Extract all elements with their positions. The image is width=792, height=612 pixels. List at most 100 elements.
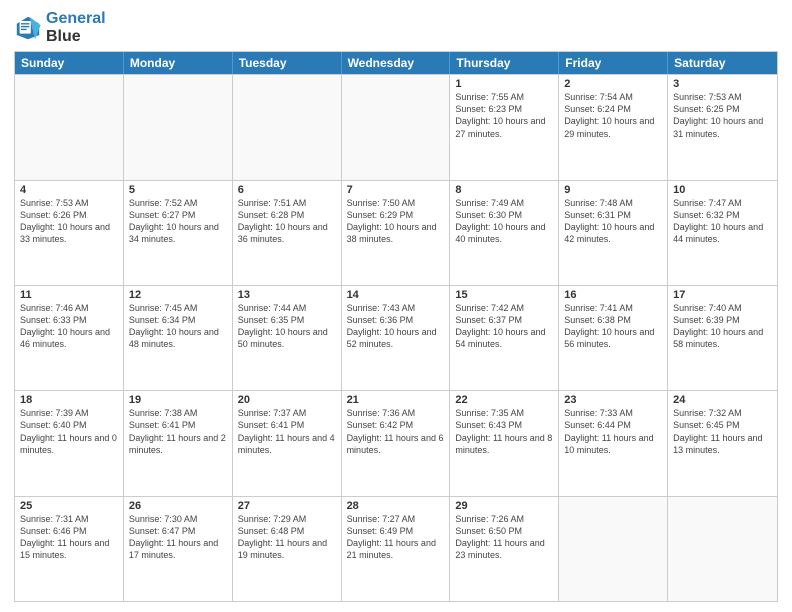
day-cell: 29Sunrise: 7:26 AM Sunset: 6:50 PM Dayli… (450, 497, 559, 601)
day-number: 20 (238, 394, 336, 406)
calendar-body: 1Sunrise: 7:55 AM Sunset: 6:23 PM Daylig… (15, 74, 777, 601)
day-info: Sunrise: 7:47 AM Sunset: 6:32 PM Dayligh… (673, 197, 772, 246)
day-info: Sunrise: 7:44 AM Sunset: 6:35 PM Dayligh… (238, 302, 336, 351)
day-number: 26 (129, 500, 227, 512)
weekday-header: Friday (559, 52, 668, 74)
day-cell: 14Sunrise: 7:43 AM Sunset: 6:36 PM Dayli… (342, 286, 451, 390)
day-number: 25 (20, 500, 118, 512)
day-info: Sunrise: 7:31 AM Sunset: 6:46 PM Dayligh… (20, 513, 118, 562)
day-info: Sunrise: 7:50 AM Sunset: 6:29 PM Dayligh… (347, 197, 445, 246)
day-cell: 2Sunrise: 7:54 AM Sunset: 6:24 PM Daylig… (559, 75, 668, 179)
day-info: Sunrise: 7:40 AM Sunset: 6:39 PM Dayligh… (673, 302, 772, 351)
day-cell: 9Sunrise: 7:48 AM Sunset: 6:31 PM Daylig… (559, 181, 668, 285)
day-cell: 17Sunrise: 7:40 AM Sunset: 6:39 PM Dayli… (668, 286, 777, 390)
day-number: 19 (129, 394, 227, 406)
day-number: 13 (238, 289, 336, 301)
day-cell: 5Sunrise: 7:52 AM Sunset: 6:27 PM Daylig… (124, 181, 233, 285)
day-cell: 8Sunrise: 7:49 AM Sunset: 6:30 PM Daylig… (450, 181, 559, 285)
logo-text: General Blue (46, 10, 106, 45)
empty-day-cell (233, 75, 342, 179)
empty-day-cell (124, 75, 233, 179)
day-info: Sunrise: 7:37 AM Sunset: 6:41 PM Dayligh… (238, 407, 336, 456)
day-number: 29 (455, 500, 553, 512)
day-cell: 23Sunrise: 7:33 AM Sunset: 6:44 PM Dayli… (559, 391, 668, 495)
day-info: Sunrise: 7:55 AM Sunset: 6:23 PM Dayligh… (455, 91, 553, 140)
day-info: Sunrise: 7:53 AM Sunset: 6:25 PM Dayligh… (673, 91, 772, 140)
day-info: Sunrise: 7:29 AM Sunset: 6:48 PM Dayligh… (238, 513, 336, 562)
calendar-row: 25Sunrise: 7:31 AM Sunset: 6:46 PM Dayli… (15, 496, 777, 601)
calendar-row: 1Sunrise: 7:55 AM Sunset: 6:23 PM Daylig… (15, 74, 777, 179)
day-cell: 22Sunrise: 7:35 AM Sunset: 6:43 PM Dayli… (450, 391, 559, 495)
weekday-header: Saturday (668, 52, 777, 74)
day-number: 3 (673, 78, 772, 90)
day-info: Sunrise: 7:54 AM Sunset: 6:24 PM Dayligh… (564, 91, 662, 140)
day-number: 14 (347, 289, 445, 301)
weekday-header: Tuesday (233, 52, 342, 74)
day-info: Sunrise: 7:39 AM Sunset: 6:40 PM Dayligh… (20, 407, 118, 456)
day-number: 11 (20, 289, 118, 301)
day-cell: 4Sunrise: 7:53 AM Sunset: 6:26 PM Daylig… (15, 181, 124, 285)
day-info: Sunrise: 7:43 AM Sunset: 6:36 PM Dayligh… (347, 302, 445, 351)
day-cell: 1Sunrise: 7:55 AM Sunset: 6:23 PM Daylig… (450, 75, 559, 179)
day-info: Sunrise: 7:35 AM Sunset: 6:43 PM Dayligh… (455, 407, 553, 456)
day-cell: 21Sunrise: 7:36 AM Sunset: 6:42 PM Dayli… (342, 391, 451, 495)
day-cell: 3Sunrise: 7:53 AM Sunset: 6:25 PM Daylig… (668, 75, 777, 179)
day-number: 24 (673, 394, 772, 406)
day-info: Sunrise: 7:27 AM Sunset: 6:49 PM Dayligh… (347, 513, 445, 562)
day-info: Sunrise: 7:26 AM Sunset: 6:50 PM Dayligh… (455, 513, 553, 562)
calendar-header: SundayMondayTuesdayWednesdayThursdayFrid… (15, 52, 777, 74)
day-number: 12 (129, 289, 227, 301)
day-number: 10 (673, 184, 772, 196)
day-cell: 28Sunrise: 7:27 AM Sunset: 6:49 PM Dayli… (342, 497, 451, 601)
day-cell: 25Sunrise: 7:31 AM Sunset: 6:46 PM Dayli… (15, 497, 124, 601)
day-number: 9 (564, 184, 662, 196)
day-info: Sunrise: 7:33 AM Sunset: 6:44 PM Dayligh… (564, 407, 662, 456)
calendar: SundayMondayTuesdayWednesdayThursdayFrid… (14, 51, 778, 602)
day-info: Sunrise: 7:38 AM Sunset: 6:41 PM Dayligh… (129, 407, 227, 456)
logo-icon (14, 14, 42, 42)
day-number: 27 (238, 500, 336, 512)
day-number: 21 (347, 394, 445, 406)
day-number: 22 (455, 394, 553, 406)
day-number: 15 (455, 289, 553, 301)
day-number: 8 (455, 184, 553, 196)
day-cell: 24Sunrise: 7:32 AM Sunset: 6:45 PM Dayli… (668, 391, 777, 495)
day-info: Sunrise: 7:30 AM Sunset: 6:47 PM Dayligh… (129, 513, 227, 562)
day-number: 5 (129, 184, 227, 196)
day-cell: 19Sunrise: 7:38 AM Sunset: 6:41 PM Dayli… (124, 391, 233, 495)
weekday-header: Wednesday (342, 52, 451, 74)
calendar-row: 11Sunrise: 7:46 AM Sunset: 6:33 PM Dayli… (15, 285, 777, 390)
day-cell: 10Sunrise: 7:47 AM Sunset: 6:32 PM Dayli… (668, 181, 777, 285)
day-info: Sunrise: 7:52 AM Sunset: 6:27 PM Dayligh… (129, 197, 227, 246)
day-info: Sunrise: 7:46 AM Sunset: 6:33 PM Dayligh… (20, 302, 118, 351)
day-cell: 26Sunrise: 7:30 AM Sunset: 6:47 PM Dayli… (124, 497, 233, 601)
header: General Blue (14, 10, 778, 45)
weekday-header: Thursday (450, 52, 559, 74)
day-cell: 15Sunrise: 7:42 AM Sunset: 6:37 PM Dayli… (450, 286, 559, 390)
page: General Blue SundayMondayTuesdayWednesda… (0, 0, 792, 612)
day-cell: 7Sunrise: 7:50 AM Sunset: 6:29 PM Daylig… (342, 181, 451, 285)
day-number: 28 (347, 500, 445, 512)
day-number: 23 (564, 394, 662, 406)
day-number: 16 (564, 289, 662, 301)
day-cell: 18Sunrise: 7:39 AM Sunset: 6:40 PM Dayli… (15, 391, 124, 495)
weekday-header: Monday (124, 52, 233, 74)
day-number: 17 (673, 289, 772, 301)
day-number: 2 (564, 78, 662, 90)
calendar-row: 18Sunrise: 7:39 AM Sunset: 6:40 PM Dayli… (15, 390, 777, 495)
day-number: 7 (347, 184, 445, 196)
day-cell: 16Sunrise: 7:41 AM Sunset: 6:38 PM Dayli… (559, 286, 668, 390)
day-info: Sunrise: 7:32 AM Sunset: 6:45 PM Dayligh… (673, 407, 772, 456)
day-info: Sunrise: 7:51 AM Sunset: 6:28 PM Dayligh… (238, 197, 336, 246)
day-cell: 6Sunrise: 7:51 AM Sunset: 6:28 PM Daylig… (233, 181, 342, 285)
day-info: Sunrise: 7:42 AM Sunset: 6:37 PM Dayligh… (455, 302, 553, 351)
day-info: Sunrise: 7:49 AM Sunset: 6:30 PM Dayligh… (455, 197, 553, 246)
calendar-row: 4Sunrise: 7:53 AM Sunset: 6:26 PM Daylig… (15, 180, 777, 285)
day-number: 6 (238, 184, 336, 196)
day-info: Sunrise: 7:36 AM Sunset: 6:42 PM Dayligh… (347, 407, 445, 456)
empty-day-cell (342, 75, 451, 179)
logo: General Blue (14, 10, 106, 45)
day-info: Sunrise: 7:48 AM Sunset: 6:31 PM Dayligh… (564, 197, 662, 246)
day-number: 18 (20, 394, 118, 406)
day-number: 1 (455, 78, 553, 90)
